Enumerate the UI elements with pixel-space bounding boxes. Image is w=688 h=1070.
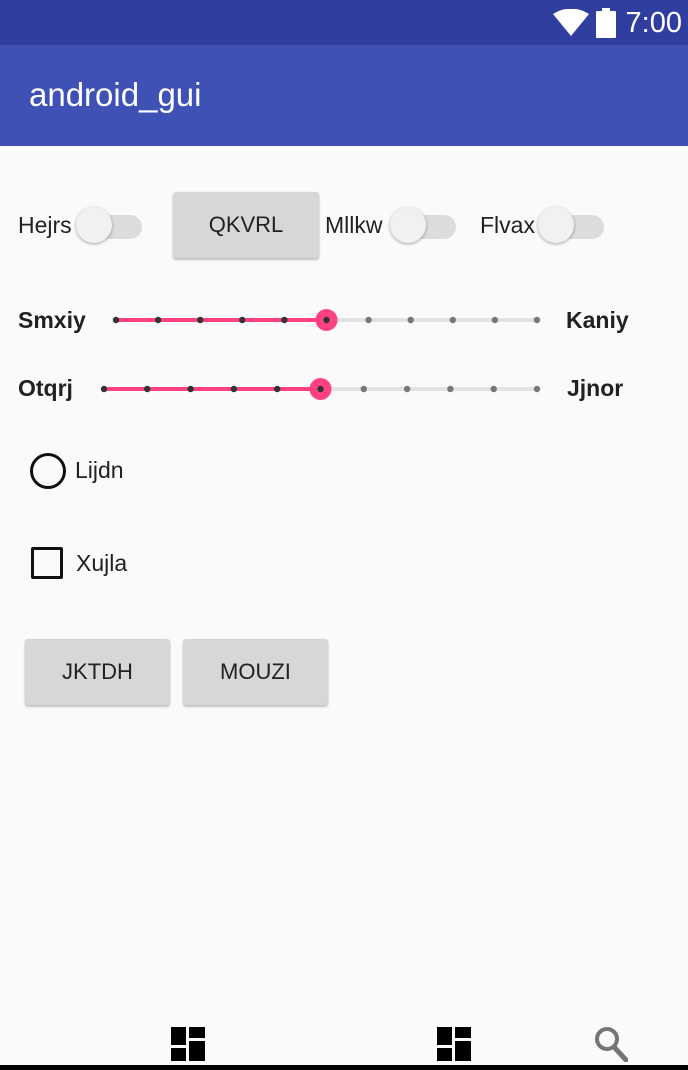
switch-flvax-label: Flvax [480, 212, 535, 238]
jktdh-button[interactable]: JKTDH [25, 639, 170, 705]
mouzi-button[interactable]: MOUZI [183, 639, 328, 705]
slider-tick [197, 316, 204, 324]
slider-tick [274, 385, 281, 393]
dashboard-icon[interactable] [171, 1027, 205, 1061]
slider-tick [112, 316, 120, 324]
slider-tick [407, 316, 414, 324]
slider-tick [154, 316, 162, 324]
slider-graphic [112, 309, 541, 331]
slider2-end-label: Jjnor [567, 375, 624, 401]
app-title: android_gui [29, 76, 202, 113]
slider-tick [449, 316, 456, 324]
slider-tick [187, 385, 194, 393]
slider-otqrj[interactable] [94, 374, 548, 404]
checkbox-xujla-label: Xujla [76, 550, 128, 576]
switch-flvax[interactable] [538, 205, 604, 245]
slider-tick [491, 316, 499, 324]
slider2-start-label: Otqrj [18, 375, 73, 401]
slider-tick [360, 385, 367, 393]
slider-tick [230, 385, 238, 393]
dashboard-icon[interactable] [437, 1027, 471, 1061]
slider-graphic [100, 378, 541, 400]
slider-tick [239, 316, 246, 324]
navigation-bar [0, 1065, 688, 1070]
slider-tick [490, 385, 497, 393]
switch-hejrs-label: Hejrs [18, 212, 72, 238]
slider-tick [533, 316, 541, 324]
slider-thumb-tick [317, 385, 324, 393]
radio-lijdn-label: Lijdn [75, 457, 124, 483]
switch-thumb [76, 207, 112, 243]
slider-tick [144, 385, 151, 393]
slider-tick [447, 385, 454, 393]
slider-tick [365, 316, 372, 324]
slider-tick [403, 385, 411, 393]
switch-thumb [538, 207, 574, 243]
app-bar: android_gui [0, 45, 688, 146]
switch-thumb [390, 207, 426, 243]
battery-icon [596, 8, 616, 38]
qkvrl-button[interactable]: QKVRL [173, 192, 319, 258]
checkbox-xujla[interactable] [31, 547, 63, 579]
status-bar: 7:00 [0, 0, 688, 45]
slider1-start-label: Smxiy [18, 307, 86, 333]
wifi-icon [553, 9, 589, 36]
slider-tick [100, 385, 108, 393]
slider1-end-label: Kaniy [566, 307, 629, 333]
switch-hejrs[interactable] [76, 205, 142, 245]
switch-mllkw[interactable] [390, 205, 456, 245]
radio-lijdn[interactable] [30, 453, 66, 489]
slider-tick [533, 385, 541, 393]
switch-mllkw-label: Mllkw [325, 212, 383, 238]
slider-smxiy[interactable] [104, 305, 548, 335]
search-icon[interactable] [594, 1026, 628, 1062]
slider-tick [281, 316, 288, 324]
status-time: 7:00 [625, 7, 682, 39]
slider-thumb-tick [323, 316, 330, 324]
